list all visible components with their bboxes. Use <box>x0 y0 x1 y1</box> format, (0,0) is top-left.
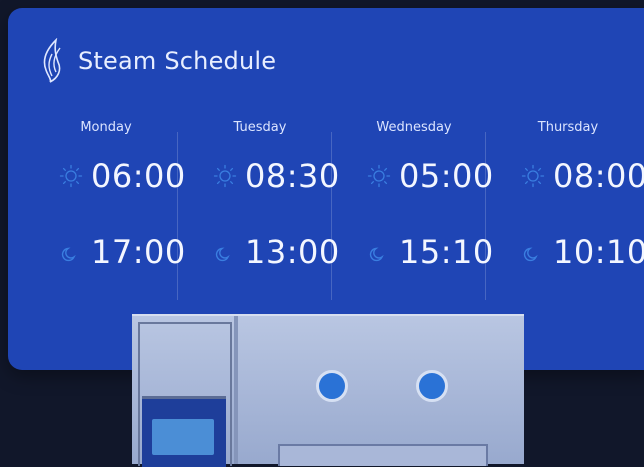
schedule-grid: Monday 06:00 17:00 Tuesday 08:30 13:00 W… <box>8 120 644 300</box>
day-column-monday: Monday 06:00 17:00 <box>29 120 186 300</box>
page-title: Steam Schedule <box>78 47 277 75</box>
knob-left <box>316 370 348 402</box>
moon-icon <box>59 240 83 264</box>
day-label: Monday <box>80 120 132 135</box>
sun-icon <box>213 164 237 188</box>
evening-time: 17:00 <box>91 233 186 271</box>
moon-icon <box>367 240 391 264</box>
sun-icon <box>59 164 83 188</box>
morning-time: 06:00 <box>91 157 186 195</box>
evening-time-row[interactable]: 13:00 <box>183 232 340 272</box>
evening-time-row[interactable]: 15:10 <box>337 232 494 272</box>
control-screen <box>142 396 226 467</box>
flame-icon <box>38 37 68 84</box>
control-display <box>152 419 214 455</box>
day-column-tuesday: Tuesday 08:30 13:00 <box>183 120 340 300</box>
morning-time-row[interactable]: 06:00 <box>29 156 186 196</box>
morning-time: 08:30 <box>245 157 340 195</box>
oven-door <box>278 444 488 466</box>
column-divider <box>331 132 332 300</box>
morning-time: 05:00 <box>399 157 494 195</box>
morning-time-row[interactable]: 08:30 <box>183 156 340 196</box>
evening-time: 13:00 <box>245 233 340 271</box>
evening-time: 15:10 <box>399 233 494 271</box>
sun-icon <box>367 164 391 188</box>
day-label: Wednesday <box>376 120 452 135</box>
column-divider <box>177 132 178 300</box>
day-label: Thursday <box>537 120 599 135</box>
sun-icon <box>521 164 545 188</box>
evening-time-row[interactable]: 17:00 <box>29 232 186 272</box>
moon-icon <box>521 240 545 264</box>
card-header: Steam Schedule <box>38 37 277 84</box>
panel-seam <box>234 316 238 464</box>
day-label: Tuesday <box>233 120 287 135</box>
evening-time: 10:10 <box>553 233 644 271</box>
day-column-wednesday: Wednesday 05:00 15:10 <box>337 120 494 300</box>
morning-time-row[interactable]: 08:00 <box>491 156 644 196</box>
morning-time-row[interactable]: 05:00 <box>337 156 494 196</box>
moon-icon <box>213 240 237 264</box>
evening-time-row[interactable]: 10:10 <box>491 232 644 272</box>
steam-oven-photo <box>132 314 524 467</box>
knob-right <box>416 370 448 402</box>
column-divider <box>485 132 486 300</box>
day-column-thursday: Thursday 08:00 10:10 <box>491 120 644 300</box>
morning-time: 08:00 <box>553 157 644 195</box>
